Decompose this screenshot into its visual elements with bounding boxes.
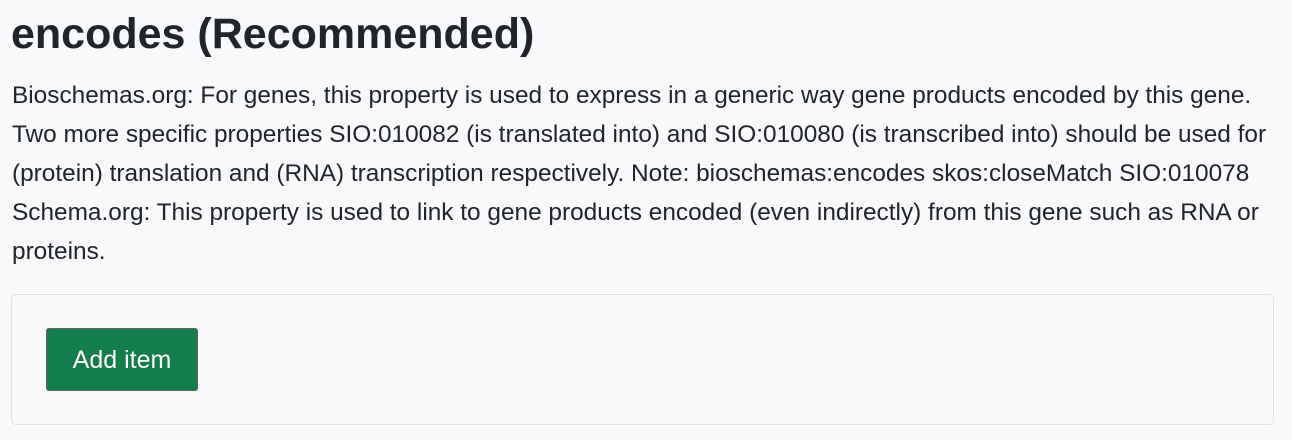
property-description: Bioschemas.org: For genes, this property… <box>12 82 1267 265</box>
property-title: encodes (Recommended) <box>11 10 535 58</box>
add-item-button[interactable]: Add item <box>46 328 198 391</box>
items-panel: Add item <box>11 294 1274 425</box>
property-section: encodes (Recommended) Bioschemas.org: Fo… <box>0 0 1292 440</box>
